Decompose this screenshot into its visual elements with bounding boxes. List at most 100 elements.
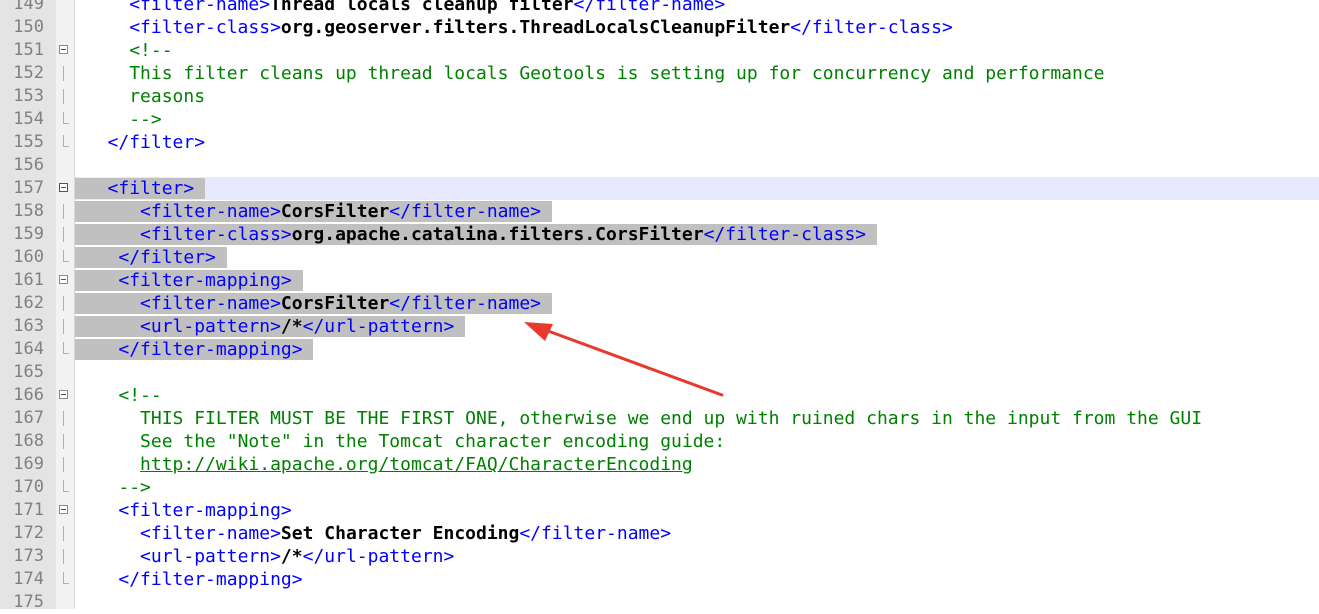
fold-toggle-icon[interactable] bbox=[59, 503, 70, 518]
fold-toggle-icon[interactable] bbox=[59, 388, 70, 403]
code-indent bbox=[75, 247, 119, 268]
xml-tag: <filter-class> bbox=[129, 17, 281, 38]
fold-line-icon bbox=[59, 227, 70, 242]
xml-tag: <url-pattern> bbox=[140, 316, 281, 337]
code-text: This filter cleans up thread locals Geot… bbox=[75, 62, 1105, 85]
code-line[interactable]: 154 --> bbox=[0, 108, 1319, 131]
comment-link[interactable]: http://wiki.apache.org/tomcat/FAQ/Charac… bbox=[140, 454, 693, 475]
line-number: 166 bbox=[13, 385, 44, 405]
code-text: </filter-mapping> bbox=[75, 568, 302, 591]
xml-comment: THIS FILTER MUST BE THE FIRST ONE, other… bbox=[140, 408, 1203, 429]
fold-end-icon bbox=[59, 480, 70, 495]
code-line[interactable]: 160 </filter> bbox=[0, 246, 1319, 269]
xml-tag: </filter> bbox=[107, 132, 206, 153]
xml-tag: <filter-mapping> bbox=[118, 270, 292, 291]
line-number: 155 bbox=[13, 132, 44, 152]
xml-tag: <filter-name> bbox=[140, 293, 281, 314]
code-text: <url-pattern>/*</url-pattern> bbox=[75, 545, 454, 568]
code-indent bbox=[75, 178, 108, 199]
fold-end-icon bbox=[59, 572, 70, 587]
xml-comment: reasons bbox=[129, 86, 206, 107]
xml-tag: </filter-name> bbox=[389, 293, 542, 314]
code-line[interactable]: 165 bbox=[0, 361, 1319, 384]
code-editor[interactable]: 149 <filter-name>Thread locals cleanup f… bbox=[0, 0, 1319, 614]
fold-toggle-icon[interactable] bbox=[59, 43, 70, 58]
code-line[interactable]: 163 <url-pattern>/*</url-pattern> bbox=[0, 315, 1319, 338]
code-line[interactable]: 171 <filter-mapping> bbox=[0, 499, 1319, 522]
fold-line-icon bbox=[59, 319, 70, 334]
code-text: <filter-class>org.geoserver.filters.Thre… bbox=[75, 16, 953, 39]
code-line[interactable]: 164 </filter-mapping> bbox=[0, 338, 1319, 361]
code-line[interactable]: 174 </filter-mapping> bbox=[0, 568, 1319, 591]
code-text: <filter-name>CorsFilter</filter-name> bbox=[75, 200, 552, 223]
xml-tag: <filter-mapping> bbox=[118, 500, 292, 521]
fold-end-icon bbox=[59, 250, 70, 265]
xml-tag: </filter-name> bbox=[519, 523, 672, 544]
code-text: </filter-mapping> bbox=[75, 338, 314, 361]
code-line[interactable]: 173 <url-pattern>/*</url-pattern> bbox=[0, 545, 1319, 568]
code-line[interactable]: 155 </filter> bbox=[0, 131, 1319, 154]
xml-text: Thread locals cleanup filter bbox=[270, 0, 574, 15]
line-number: 153 bbox=[13, 86, 44, 106]
code-line[interactable]: 172 <filter-name>Set Character Encoding<… bbox=[0, 522, 1319, 545]
code-line[interactable]: 149 <filter-name>Thread locals cleanup f… bbox=[0, 0, 1319, 16]
code-text: <filter-class>org.apache.catalina.filter… bbox=[75, 223, 877, 246]
code-line[interactable]: 157 <filter> bbox=[0, 177, 1319, 200]
code-text: THIS FILTER MUST BE THE FIRST ONE, other… bbox=[75, 407, 1202, 430]
line-number: 162 bbox=[13, 293, 44, 313]
xml-text: /* bbox=[280, 316, 303, 337]
xml-comment: This filter cleans up thread locals Geot… bbox=[129, 63, 1105, 84]
code-line[interactable]: 151 <!-- bbox=[0, 39, 1319, 62]
code-line[interactable]: 169 http://wiki.apache.org/tomcat/FAQ/Ch… bbox=[0, 453, 1319, 476]
xml-tag: </filter-class> bbox=[703, 224, 867, 245]
fold-toggle-icon[interactable] bbox=[59, 273, 70, 288]
code-line[interactable]: 156 bbox=[0, 154, 1319, 177]
xml-text: org.geoserver.filters.ThreadLocalsCleanu… bbox=[280, 17, 791, 38]
code-line[interactable]: 167 THIS FILTER MUST BE THE FIRST ONE, o… bbox=[0, 407, 1319, 430]
code-line[interactable]: 150 <filter-class>org.geoserver.filters.… bbox=[0, 16, 1319, 39]
xml-tag: <filter-name> bbox=[140, 523, 281, 544]
code-line[interactable]: 170 --> bbox=[0, 476, 1319, 499]
fold-line-icon bbox=[59, 549, 70, 564]
code-indent bbox=[75, 293, 141, 314]
line-number: 159 bbox=[13, 224, 44, 244]
code-text: </filter> bbox=[75, 131, 206, 154]
code-text: <!-- bbox=[75, 384, 161, 407]
line-number: 156 bbox=[13, 155, 44, 175]
xml-text: Set Character Encoding bbox=[280, 523, 520, 544]
code-line[interactable]: 175 bbox=[0, 591, 1319, 614]
fold-line-icon bbox=[59, 66, 70, 81]
fold-line-icon bbox=[59, 526, 70, 541]
code-text: <filter-name>Thread locals cleanup filte… bbox=[75, 0, 725, 16]
line-number: 154 bbox=[13, 109, 44, 129]
code-text: <filter-mapping> bbox=[75, 499, 292, 522]
code-line[interactable]: 166 <!-- bbox=[0, 384, 1319, 407]
line-number: 170 bbox=[13, 477, 44, 497]
fold-end-icon bbox=[59, 342, 70, 357]
code-indent bbox=[75, 339, 119, 360]
code-indent bbox=[75, 316, 141, 337]
code-line[interactable]: 162 <filter-name>CorsFilter</filter-name… bbox=[0, 292, 1319, 315]
xml-tag: <filter> bbox=[107, 178, 195, 199]
code-indent bbox=[75, 224, 141, 245]
code-text: --> bbox=[75, 476, 151, 499]
code-line[interactable]: 161 <filter-mapping> bbox=[0, 269, 1319, 292]
code-line[interactable]: 153 reasons bbox=[0, 85, 1319, 108]
fold-end-icon bbox=[59, 112, 70, 127]
code-text: <filter-name>CorsFilter</filter-name> bbox=[75, 292, 552, 315]
code-text: See the "Note" in the Tomcat character e… bbox=[75, 430, 725, 453]
code-line[interactable]: 168 See the "Note" in the Tomcat charact… bbox=[0, 430, 1319, 453]
xml-tag: <filter-class> bbox=[140, 224, 292, 245]
code-line[interactable]: 152 This filter cleans up thread locals … bbox=[0, 62, 1319, 85]
code-line[interactable]: 158 <filter-name>CorsFilter</filter-name… bbox=[0, 200, 1319, 223]
code-line[interactable]: 159 <filter-class>org.apache.catalina.fi… bbox=[0, 223, 1319, 246]
xml-comment: <!-- bbox=[129, 40, 173, 61]
fold-toggle-icon[interactable] bbox=[59, 181, 70, 196]
